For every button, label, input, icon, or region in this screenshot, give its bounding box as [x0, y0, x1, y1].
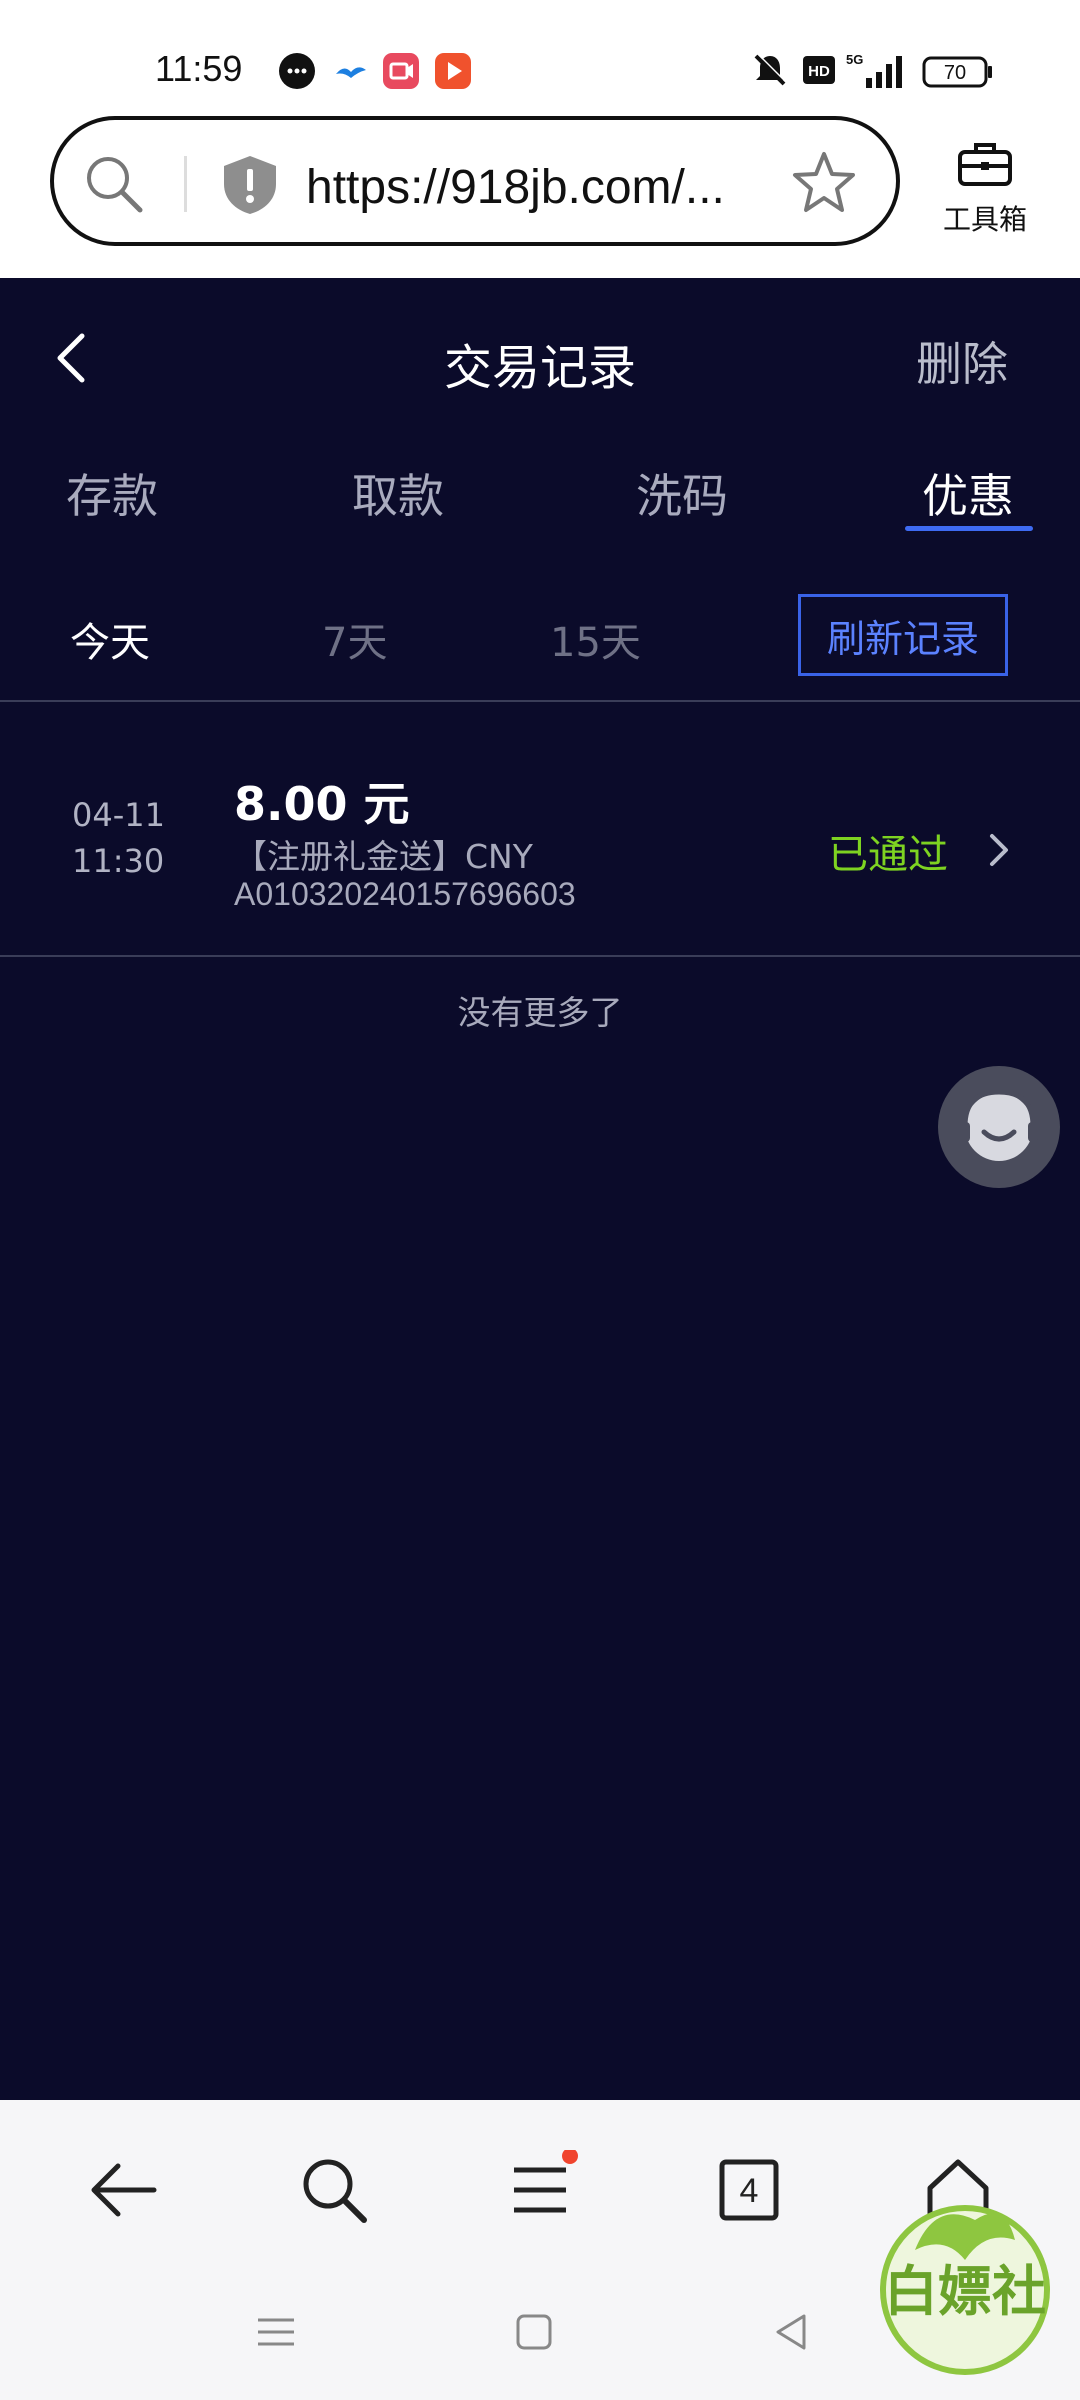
refresh-records-button[interactable]: 刷新记录: [798, 594, 1008, 676]
filter-15-days[interactable]: 15天: [550, 610, 641, 668]
tab-promotion[interactable]: 优惠: [898, 460, 1038, 526]
toolbox-label: 工具箱: [942, 203, 1027, 236]
address-bar[interactable]: https://918jb.com/...: [50, 116, 900, 246]
delete-button[interactable]: 删除: [916, 328, 1008, 394]
transaction-row[interactable]: 04-11 11:30 8.00 元 【注册礼金送】CNY A010320240…: [0, 702, 1080, 954]
tab-deposit[interactable]: 存款: [42, 460, 182, 526]
svg-text:HD: HD: [808, 63, 830, 80]
chat-app-icon: [278, 52, 316, 94]
watermark-logo: 白嫖社: [865, 2190, 1065, 2380]
search-icon[interactable]: [298, 2150, 370, 2234]
svg-text:5G: 5G: [846, 52, 863, 67]
tab-withdraw[interactable]: 取款: [328, 460, 468, 526]
tab-rebate[interactable]: 洗码: [612, 460, 752, 526]
filter-7-days[interactable]: 7天: [322, 610, 387, 668]
toolbox-icon: [956, 143, 1014, 192]
record-date: 04-11: [72, 796, 165, 834]
record-status: 已通过: [828, 832, 948, 878]
status-bar: 11:59 HD 5G 70: [0, 0, 1080, 110]
browser-toolbar: https://918jb.com/... 工具箱: [0, 110, 1080, 278]
battery-icon: 70: [922, 52, 994, 94]
back-arrow-icon[interactable]: [88, 2150, 160, 2234]
record-id: A010320240157696603: [234, 876, 576, 912]
svg-text:白嫖社: 白嫖社: [884, 2260, 1046, 2323]
record-time: 11:30: [72, 842, 165, 880]
date-filters: 今天 7天 15天 刷新记录: [0, 580, 1080, 700]
divider: [184, 156, 187, 212]
status-time: 11:59: [155, 48, 243, 89]
system-recents-icon[interactable]: [254, 2310, 298, 2358]
tabs-count-button[interactable]: 4: [716, 2150, 788, 2234]
record-description: 【注册礼金送】CNY: [234, 837, 533, 876]
list-end-text: 没有更多了: [457, 993, 623, 1032]
signal-5g-icon: 5G: [846, 52, 906, 94]
toolbox-button[interactable]: 工具箱: [930, 140, 1040, 238]
play-app-icon: [434, 52, 472, 94]
record-type-tabs: 存款 取款 洗码 优惠: [0, 440, 1080, 540]
bookmark-star-icon[interactable]: [792, 150, 856, 218]
video-app-icon: [382, 52, 420, 94]
bird-app-icon: [332, 52, 370, 94]
menu-icon[interactable]: [508, 2148, 580, 2234]
system-home-icon[interactable]: [512, 2310, 556, 2358]
customer-service-button[interactable]: [938, 1066, 1060, 1188]
tab-count: 4: [740, 2172, 759, 2210]
active-tab-indicator: [905, 526, 1033, 531]
system-back-icon[interactable]: [770, 2310, 814, 2358]
hd-icon: HD: [802, 52, 836, 92]
divider: [0, 955, 1080, 957]
page-header: 交易记录 删除: [0, 278, 1080, 438]
headset-icon: [960, 1089, 1038, 1161]
search-icon[interactable]: [84, 154, 144, 218]
url-text[interactable]: https://918jb.com/...: [306, 160, 725, 215]
shield-warning-icon[interactable]: [222, 154, 278, 220]
record-amount: 8.00 元: [234, 777, 410, 831]
svg-text:70: 70: [944, 62, 966, 84]
record-datetime: 04-11 11:30: [72, 792, 165, 884]
mute-icon: [752, 52, 788, 92]
filter-today[interactable]: 今天: [70, 610, 150, 668]
chevron-right-icon: [984, 830, 1014, 874]
